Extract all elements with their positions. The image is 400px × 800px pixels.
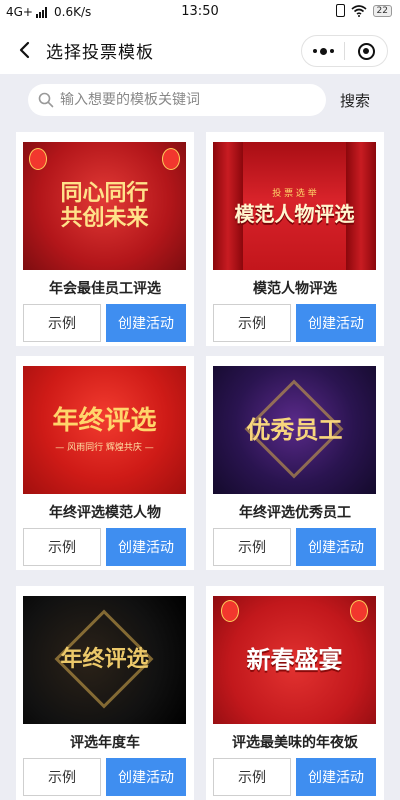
template-title: 年终评选模范人物 xyxy=(49,505,161,521)
more-menu-icon[interactable] xyxy=(302,47,344,55)
example-button[interactable]: 示例 xyxy=(213,758,291,796)
template-title: 评选最美味的年夜饭 xyxy=(232,735,358,751)
search-button[interactable]: 搜索 xyxy=(340,90,370,111)
template-card: 年终评选 评选年度车 示例 创建活动 xyxy=(16,586,194,800)
search-row: 搜索 xyxy=(0,74,400,126)
template-thumbnail[interactable]: 同心同行 共创未来 xyxy=(23,142,186,270)
search-box xyxy=(28,84,326,116)
thumbnail-art-text: 年终评选 xyxy=(52,405,157,436)
create-activity-button[interactable]: 创建活动 xyxy=(106,758,186,796)
template-title: 模范人物评选 xyxy=(253,281,337,297)
status-right: 22 xyxy=(335,4,392,17)
template-card: 新春盛宴 评选最美味的年夜饭 示例 创建活动 xyxy=(206,586,384,800)
thumbnail-tag-text: 投 票 选 举 xyxy=(272,189,317,199)
template-title: 年会最佳员工评选 xyxy=(49,281,161,297)
template-thumbnail[interactable]: 新春盛宴 xyxy=(213,596,376,724)
page-title: 选择投票模板 xyxy=(46,43,154,63)
create-activity-button[interactable]: 创建活动 xyxy=(296,528,376,566)
wifi-icon xyxy=(351,4,367,17)
template-title: 评选年度车 xyxy=(70,735,140,751)
thumbnail-art-text: 年终评选 xyxy=(60,646,149,673)
chevron-left-icon xyxy=(19,41,30,59)
create-activity-button[interactable]: 创建活动 xyxy=(296,758,376,796)
example-button[interactable]: 示例 xyxy=(23,528,101,566)
search-icon xyxy=(38,92,54,108)
battery-indicator: 22 xyxy=(372,4,392,17)
template-card: 同心同行 共创未来 年会最佳员工评选 示例 创建活动 xyxy=(16,132,194,346)
example-button[interactable]: 示例 xyxy=(213,528,291,566)
template-thumbnail[interactable]: 优秀员工 xyxy=(213,366,376,494)
thumbnail-art-text: 新春盛宴 xyxy=(246,645,343,675)
back-button[interactable] xyxy=(10,36,38,64)
create-activity-button[interactable]: 创建活动 xyxy=(106,304,186,342)
example-button[interactable]: 示例 xyxy=(213,304,291,342)
thumbnail-art-text: 同心同行 共创未来 xyxy=(60,179,149,231)
example-button[interactable]: 示例 xyxy=(23,304,101,342)
status-bar: 4G+ 0.6K/s 13:50 22 xyxy=(0,0,400,26)
thumbnail-art-text: 模范人物评选 xyxy=(234,202,355,226)
template-card: 优秀员工 年终评选优秀员工 示例 创建活动 xyxy=(206,356,384,570)
thumbnail-art-subtext: — 风雨同行 辉煌共庆 — xyxy=(55,443,154,454)
template-thumbnail[interactable]: 投 票 选 举 模范人物评选 xyxy=(213,142,376,270)
nav-bar: 选择投票模板 xyxy=(0,26,400,74)
template-thumbnail[interactable]: 年终评选 xyxy=(23,596,186,724)
template-card: 投 票 选 举 模范人物评选 模范人物评选 示例 创建活动 xyxy=(206,132,384,346)
template-thumbnail[interactable]: 年终评选 — 风雨同行 辉煌共庆 — xyxy=(23,366,186,494)
template-title: 年终评选优秀员工 xyxy=(239,505,351,521)
example-button[interactable]: 示例 xyxy=(23,758,101,796)
template-card: 年终评选 — 风雨同行 辉煌共庆 — 年终评选模范人物 示例 创建活动 xyxy=(16,356,194,570)
create-activity-button[interactable]: 创建活动 xyxy=(296,304,376,342)
thumbnail-art-text: 优秀员工 xyxy=(246,415,343,445)
search-input[interactable] xyxy=(60,92,310,108)
create-activity-button[interactable]: 创建活动 xyxy=(106,528,186,566)
close-program-icon[interactable] xyxy=(345,42,387,60)
mini-program-capsule xyxy=(301,35,388,67)
vibrate-icon xyxy=(335,4,345,17)
